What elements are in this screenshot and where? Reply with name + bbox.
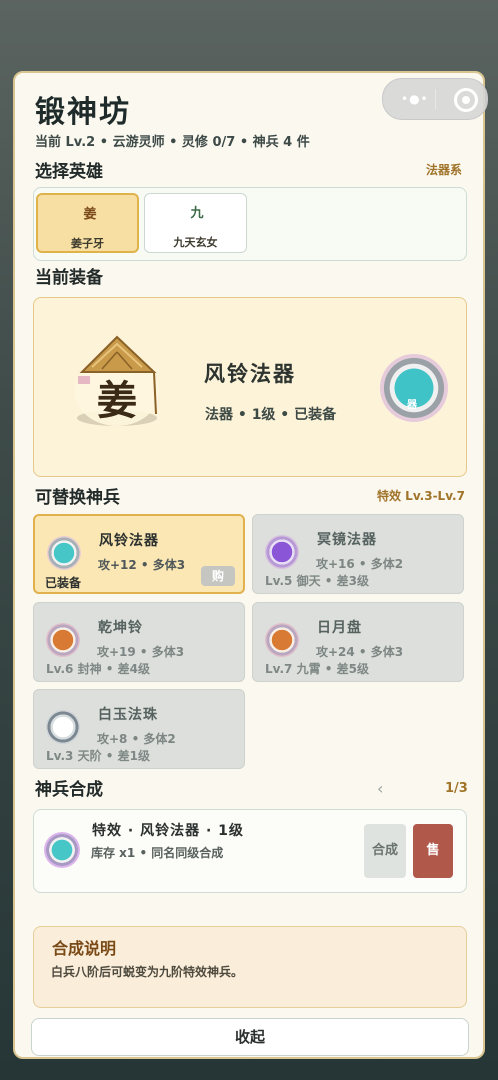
hero-type-tag: 法器系 bbox=[426, 163, 463, 177]
weapon-requirement: Lv.7 九霄 • 差5级 bbox=[265, 662, 369, 676]
close-circle-icon[interactable] bbox=[454, 88, 478, 112]
player-status: 当前 Lv.2 • 云游灵师 • 灵修 0/7 • 神兵 4 件 bbox=[35, 135, 310, 150]
note-text: 白兵八阶后可蜕变为九阶特效神兵。 bbox=[51, 965, 244, 979]
weapon-stats: 攻+12 • 多体3 bbox=[98, 558, 186, 572]
synth-note-box: 合成说明 白兵八阶后可蜕变为九阶特效神兵。 bbox=[33, 926, 467, 1008]
synth-section-title: 神兵合成 bbox=[35, 780, 103, 800]
weapon-requirement: Lv.6 封神 • 差4级 bbox=[46, 662, 150, 676]
hero-section-title: 选择英雄 bbox=[35, 162, 103, 182]
orb-glyph: 器 bbox=[407, 400, 417, 411]
weapon-name: 冥镜法器 bbox=[317, 532, 377, 548]
note-title: 合成说明 bbox=[52, 939, 117, 958]
weapon-card-fengling[interactable]: 风铃法器 攻+12 • 多体3 已装备 购 bbox=[33, 514, 245, 594]
capsule-divider bbox=[435, 89, 436, 109]
weapon-card-baiyufazhu[interactable]: 白玉法珠 攻+8 • 多体2 Lv.3 天阶 • 差1级 bbox=[33, 689, 245, 769]
prev-page-arrow-icon[interactable]: ‹ bbox=[377, 779, 383, 798]
buy-button[interactable]: 购 bbox=[201, 566, 235, 586]
synth-item-orb-icon bbox=[44, 832, 80, 868]
weapon-orb-icon bbox=[265, 623, 299, 657]
hero-option-jiangziya[interactable]: 姜 姜子牙 bbox=[36, 193, 139, 253]
current-equipment-card: 姜 风铃法器 法器 • 1级 • 已装备 器 bbox=[33, 297, 467, 477]
weapon-status: 已装备 bbox=[45, 576, 82, 590]
portrait-glyph: 姜 bbox=[97, 377, 137, 424]
forge-panel: 锻神坊 当前 Lv.2 • 云游灵师 • 灵修 0/7 • 神兵 4 件 •●•… bbox=[13, 71, 488, 1059]
hero-name: 九天玄女 bbox=[173, 236, 218, 249]
page-title: 锻神坊 bbox=[35, 95, 131, 130]
hero-option-jiutianxuannv[interactable]: 九 九天玄女 bbox=[144, 193, 247, 253]
hero-name: 姜子牙 bbox=[71, 237, 104, 250]
weapon-orb-icon bbox=[46, 710, 80, 744]
weapon-card-qiankunling[interactable]: 乾坤铃 攻+19 • 多体3 Lv.6 封神 • 差4级 bbox=[33, 602, 245, 682]
synth-item-sub: 库存 x1 • 同名同级合成 bbox=[91, 846, 224, 860]
weapon-requirement: Lv.3 天阶 • 差1级 bbox=[46, 749, 150, 763]
synth-item-card: 特效 · 风铃法器 · 1级 库存 x1 • 同名同级合成 合成 售 bbox=[33, 809, 467, 893]
sell-button[interactable]: 售 bbox=[413, 824, 453, 878]
weapon-stats: 攻+8 • 多体2 bbox=[97, 732, 176, 746]
equip-section-title: 当前装备 bbox=[35, 268, 103, 288]
weapon-card-riyuepan[interactable]: 日月盘 攻+24 • 多体3 Lv.7 九霄 • 差5级 bbox=[252, 602, 464, 682]
weapon-stats: 攻+19 • 多体3 bbox=[97, 645, 185, 659]
weapon-name: 风铃法器 bbox=[99, 533, 159, 549]
synth-item-title: 特效 · 风铃法器 · 1级 bbox=[92, 823, 244, 839]
collapse-button[interactable]: 收起 bbox=[31, 1018, 469, 1056]
weapon-card-mingjing[interactable]: 冥镜法器 攻+16 • 多体2 Lv.5 御天 • 差3级 bbox=[252, 514, 464, 594]
weapon-stats: 攻+16 • 多体2 bbox=[316, 557, 404, 571]
weapon-stats: 攻+24 • 多体3 bbox=[316, 645, 404, 659]
replace-section-title: 可替换神兵 bbox=[35, 488, 120, 508]
synthesize-button[interactable]: 合成 bbox=[364, 824, 406, 878]
weapon-name: 乾坤铃 bbox=[98, 620, 143, 636]
hero-portrait-icon: 姜 bbox=[83, 207, 97, 222]
hero-portrait-icon: 九 bbox=[190, 206, 204, 221]
weapon-name: 白玉法珠 bbox=[98, 707, 158, 723]
more-menu-icon[interactable]: •●• bbox=[401, 92, 429, 106]
weapon-requirement: Lv.5 御天 • 差3级 bbox=[265, 574, 369, 588]
hero-portrait-icon: 姜 bbox=[72, 332, 162, 432]
weapon-orb-icon bbox=[265, 535, 299, 569]
equipped-item-meta: 法器 • 1级 • 已装备 bbox=[205, 407, 337, 423]
page-indicator: 1/3 bbox=[445, 781, 468, 796]
miniprogram-capsule: •●• bbox=[382, 78, 488, 120]
weapon-orb-icon bbox=[46, 623, 80, 657]
equipped-item-orb-icon: 器 bbox=[380, 354, 448, 422]
hero-selector: 姜 姜子牙 九 九天玄女 bbox=[33, 187, 467, 261]
equipped-item-name: 风铃法器 bbox=[204, 361, 296, 386]
effect-level-tag: 特效 Lv.3-Lv.7 bbox=[377, 489, 465, 503]
weapon-name: 日月盘 bbox=[317, 620, 362, 636]
weapon-orb-icon bbox=[47, 536, 81, 570]
